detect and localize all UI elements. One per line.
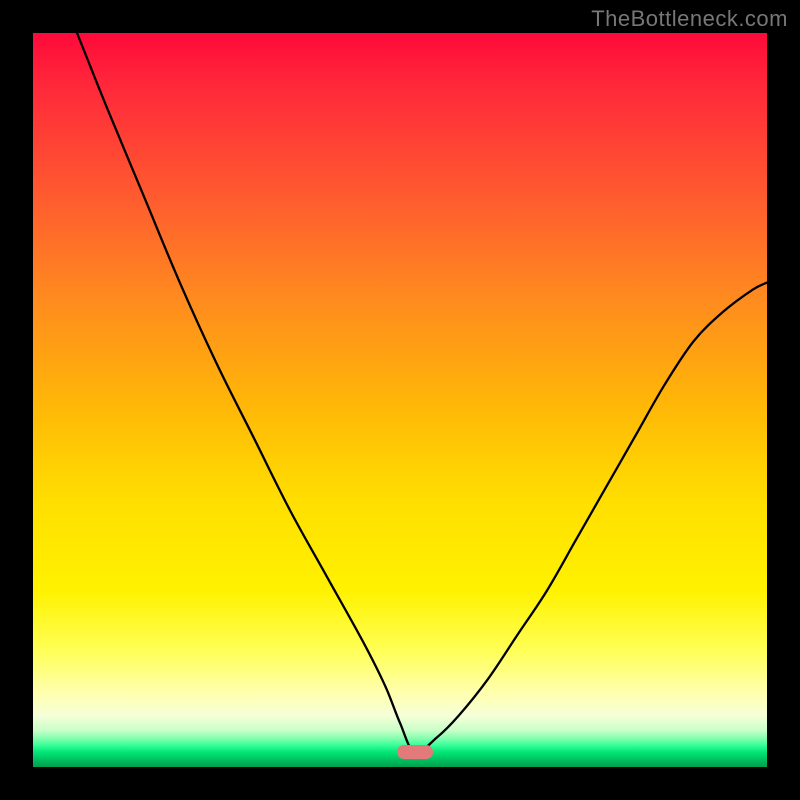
- plot-area: [33, 33, 767, 767]
- chart-frame: TheBottleneck.com: [0, 0, 800, 800]
- minimum-marker: [397, 745, 433, 759]
- watermark-text: TheBottleneck.com: [591, 6, 788, 32]
- curve-path: [77, 33, 767, 753]
- bottleneck-curve: [33, 33, 767, 767]
